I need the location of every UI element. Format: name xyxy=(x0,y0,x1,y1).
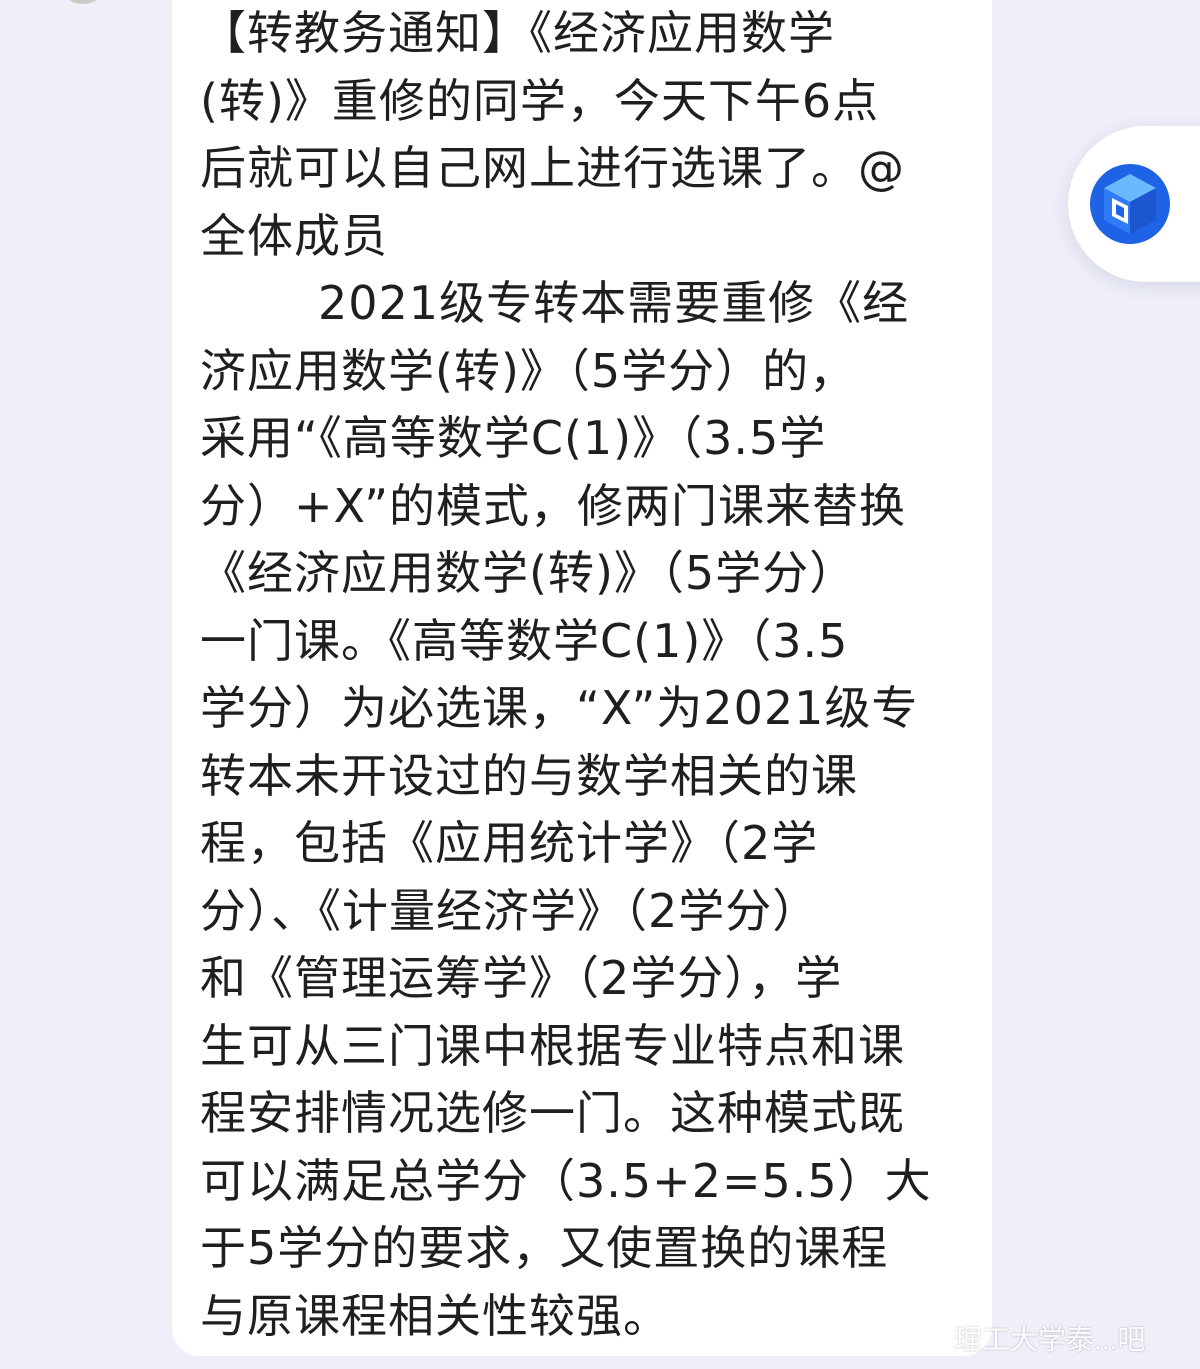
message-line: 后就可以自己网上进行选课了。@ xyxy=(200,141,905,195)
message-line: 采用“《高等数学C(1)》（3.5学 xyxy=(200,411,827,465)
sender-avatar[interactable] xyxy=(60,0,106,4)
message-line: 分）+X”的模式，修两门课来替换 xyxy=(200,478,907,533)
watermark-logo-icon xyxy=(822,1320,858,1356)
floating-app-button[interactable] xyxy=(1068,126,1200,282)
message-line: 生可从三门课中根据专业特点和课 xyxy=(200,1018,905,1073)
message-line: 程，包括《应用统计学》（2学 xyxy=(200,816,819,870)
watermark-text: 理工大学泰...吧 xyxy=(954,1324,1146,1355)
cube-app-icon xyxy=(1090,164,1170,244)
message-line: 和《管理运筹学》（2学分），学 xyxy=(200,951,843,1005)
message-text: 【转教务通知】《经济应用数学 (转)》重修的同学，今天下午6点 后就可以自己网上… xyxy=(200,0,970,1350)
message-line: 学分）为必选课，“X”为2021级专 xyxy=(200,681,919,735)
message-line: 转本未开设过的与数学相关的课 xyxy=(200,748,858,803)
watermark: 理工大学泰...吧 xyxy=(822,1318,1145,1358)
message-line: 【转教务通知】《经济应用数学 xyxy=(200,6,835,60)
message-line: 一门课。《高等数学C(1)》（3.5 xyxy=(200,613,849,668)
message-line: 分）、《计量经济学》（2学分） xyxy=(200,883,820,938)
message-line: 于5学分的要求，又使置换的课程 xyxy=(200,1221,889,1275)
message-line: 程安排情况选修一门。这种模式既 xyxy=(200,1086,905,1140)
message-line: 可以满足总学分（3.5+2=5.5）大 xyxy=(200,1153,932,1208)
message-line: 2021级专转本需要重修《经 xyxy=(318,276,910,330)
message-line: 《经济应用数学(转)》（5学分） xyxy=(200,546,857,600)
message-line: 济应用数学(转)》（5学分）的， xyxy=(200,343,857,398)
message-line: 全体成员 xyxy=(200,208,388,263)
message-line: (转)》重修的同学，今天下午6点 xyxy=(200,73,880,128)
